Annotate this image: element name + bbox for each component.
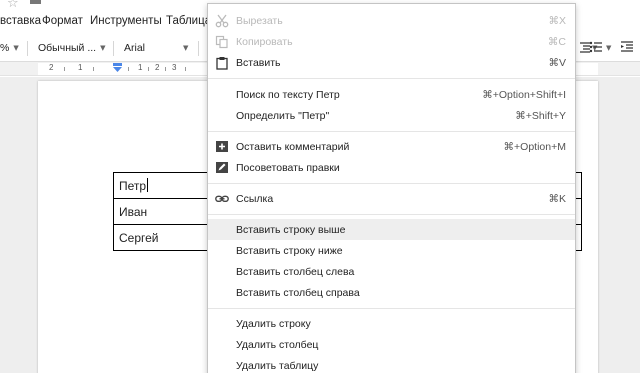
suggest-edits-icon [216, 162, 228, 173]
chevron-down-icon: ▼ [183, 44, 189, 52]
menu-item-label: Удалить столбец [236, 339, 319, 351]
ruler-number: 2 [155, 63, 160, 72]
menu-item-shortcut: ⌘+Option+Shift+I [482, 89, 566, 101]
menu-separator [208, 214, 575, 215]
font-select[interactable]: Arial ▼ [124, 42, 188, 54]
menu-item-paste[interactable]: Вставить ⌘V [208, 52, 575, 73]
bulleted-list-icon[interactable] [589, 41, 603, 53]
paste-icon [216, 57, 228, 70]
ruler-number: 1 [138, 63, 143, 72]
menu-item-add-comment[interactable]: Оставить комментарий ⌘+Option+M [208, 136, 575, 157]
menu-separator [208, 183, 575, 184]
folder-icon[interactable] [30, 0, 41, 4]
menu-item-label: Посоветовать правки [236, 162, 340, 174]
menu-item-label: Копировать [236, 36, 293, 48]
menu-item-copy[interactable]: Копировать ⌘C [208, 31, 575, 52]
menu-item-shortcut: ⌘+Option+M [503, 141, 566, 153]
cell-text: Петр [119, 179, 147, 193]
menu-item-label: Определить "Петр" [236, 110, 330, 122]
toolbar-divider [113, 41, 114, 56]
zoom-select[interactable]: % ▼ [0, 42, 19, 54]
menu-item-label: Оставить комментарий [236, 141, 350, 153]
chevron-down-icon: ▼ [13, 44, 19, 52]
menu-format[interactable]: Формат [42, 15, 83, 27]
ruler-tick [93, 67, 94, 71]
menu-item-label: Вырезать [236, 15, 283, 27]
menu-tools[interactable]: Инструменты [90, 15, 162, 27]
ruler-number: 3 [172, 63, 177, 72]
table-cell[interactable]: Петр [113, 172, 209, 199]
add-comment-icon [216, 141, 228, 152]
toolbar-divider [198, 41, 199, 56]
menu-item-shortcut: ⌘C [547, 36, 566, 48]
menu-item-insert-column-left[interactable]: Вставить столбец слева [208, 261, 575, 282]
menu-item-shortcut: ⌘X [548, 15, 566, 27]
toolbar-divider [27, 41, 28, 56]
ruler-tick [185, 67, 186, 71]
ruler-tick [128, 67, 129, 71]
menu-item-insert-row-above[interactable]: Вставить строку выше [208, 219, 575, 240]
menu-item-link[interactable]: Ссылка ⌘K [208, 188, 575, 209]
chevron-down-icon: ▼ [100, 44, 106, 52]
menu-item-define[interactable]: Определить "Петр" ⌘+Shift+Y [208, 105, 575, 126]
menu-separator [208, 78, 575, 79]
menu-item-search-text[interactable]: Поиск по тексту Петр ⌘+Option+Shift+I [208, 84, 575, 105]
ruler-number: 1 [78, 63, 83, 72]
menu-separator [208, 308, 575, 309]
menu-item-label: Вставить [236, 57, 281, 69]
ruler-tick [64, 67, 65, 71]
menu-item-shortcut: ⌘K [548, 193, 566, 205]
indent-icon[interactable] [620, 41, 634, 53]
menu-item-label: Вставить столбец слева [236, 266, 355, 278]
context-menu: Вырезать ⌘X Копировать ⌘C Вставить ⌘V По… [207, 3, 576, 373]
menu-separator [208, 131, 575, 132]
menu-table[interactable]: Таблица [166, 15, 211, 27]
menu-item-label: Вставить строку выше [236, 224, 346, 236]
copy-icon [215, 35, 228, 49]
menu-item-label: Удалить строку [236, 318, 311, 330]
menu-item-delete-row[interactable]: Удалить строку [208, 313, 575, 334]
menu-item-shortcut: ⌘V [548, 57, 566, 69]
menu-item-label: Удалить таблицу [236, 360, 319, 372]
cell-text: Иван [119, 204, 148, 219]
menu-item-label: Ссылка [236, 193, 274, 205]
menu-item-insert-column-right[interactable]: Вставить столбец справа [208, 282, 575, 303]
menu-item-label: Поиск по тексту Петр [236, 89, 340, 101]
indent-marker-icon[interactable] [113, 63, 122, 72]
menu-item-delete-column[interactable]: Удалить столбец [208, 334, 575, 355]
menu-insert[interactable]: вставка [0, 15, 41, 27]
table-cell[interactable]: Иван [113, 198, 209, 225]
scissors-icon [215, 14, 229, 28]
paragraph-style-select[interactable]: Обычный ... ▼ [38, 42, 105, 54]
menu-item-label: Вставить столбец справа [236, 287, 360, 299]
ruler-tick [165, 67, 166, 71]
ruler-tick [148, 67, 149, 71]
table-cell[interactable]: Сергей [113, 224, 209, 251]
link-icon [215, 195, 229, 203]
menu-item-insert-row-below[interactable]: Вставить строку ниже [208, 240, 575, 261]
ruler-number: 2 [49, 63, 54, 72]
menu-item-shortcut: ⌘+Shift+Y [515, 110, 566, 122]
cell-text: Сергей [119, 230, 159, 245]
menu-item-suggest-edits[interactable]: Посоветовать правки [208, 157, 575, 178]
star-icon[interactable]: ☆ [7, 0, 19, 11]
text-cursor [147, 178, 149, 192]
chevron-down-icon[interactable]: ▼ [606, 44, 611, 52]
menu-item-cut[interactable]: Вырезать ⌘X [208, 10, 575, 31]
menu-item-delete-table[interactable]: Удалить таблицу [208, 355, 575, 373]
menu-item-label: Вставить строку ниже [236, 245, 343, 257]
